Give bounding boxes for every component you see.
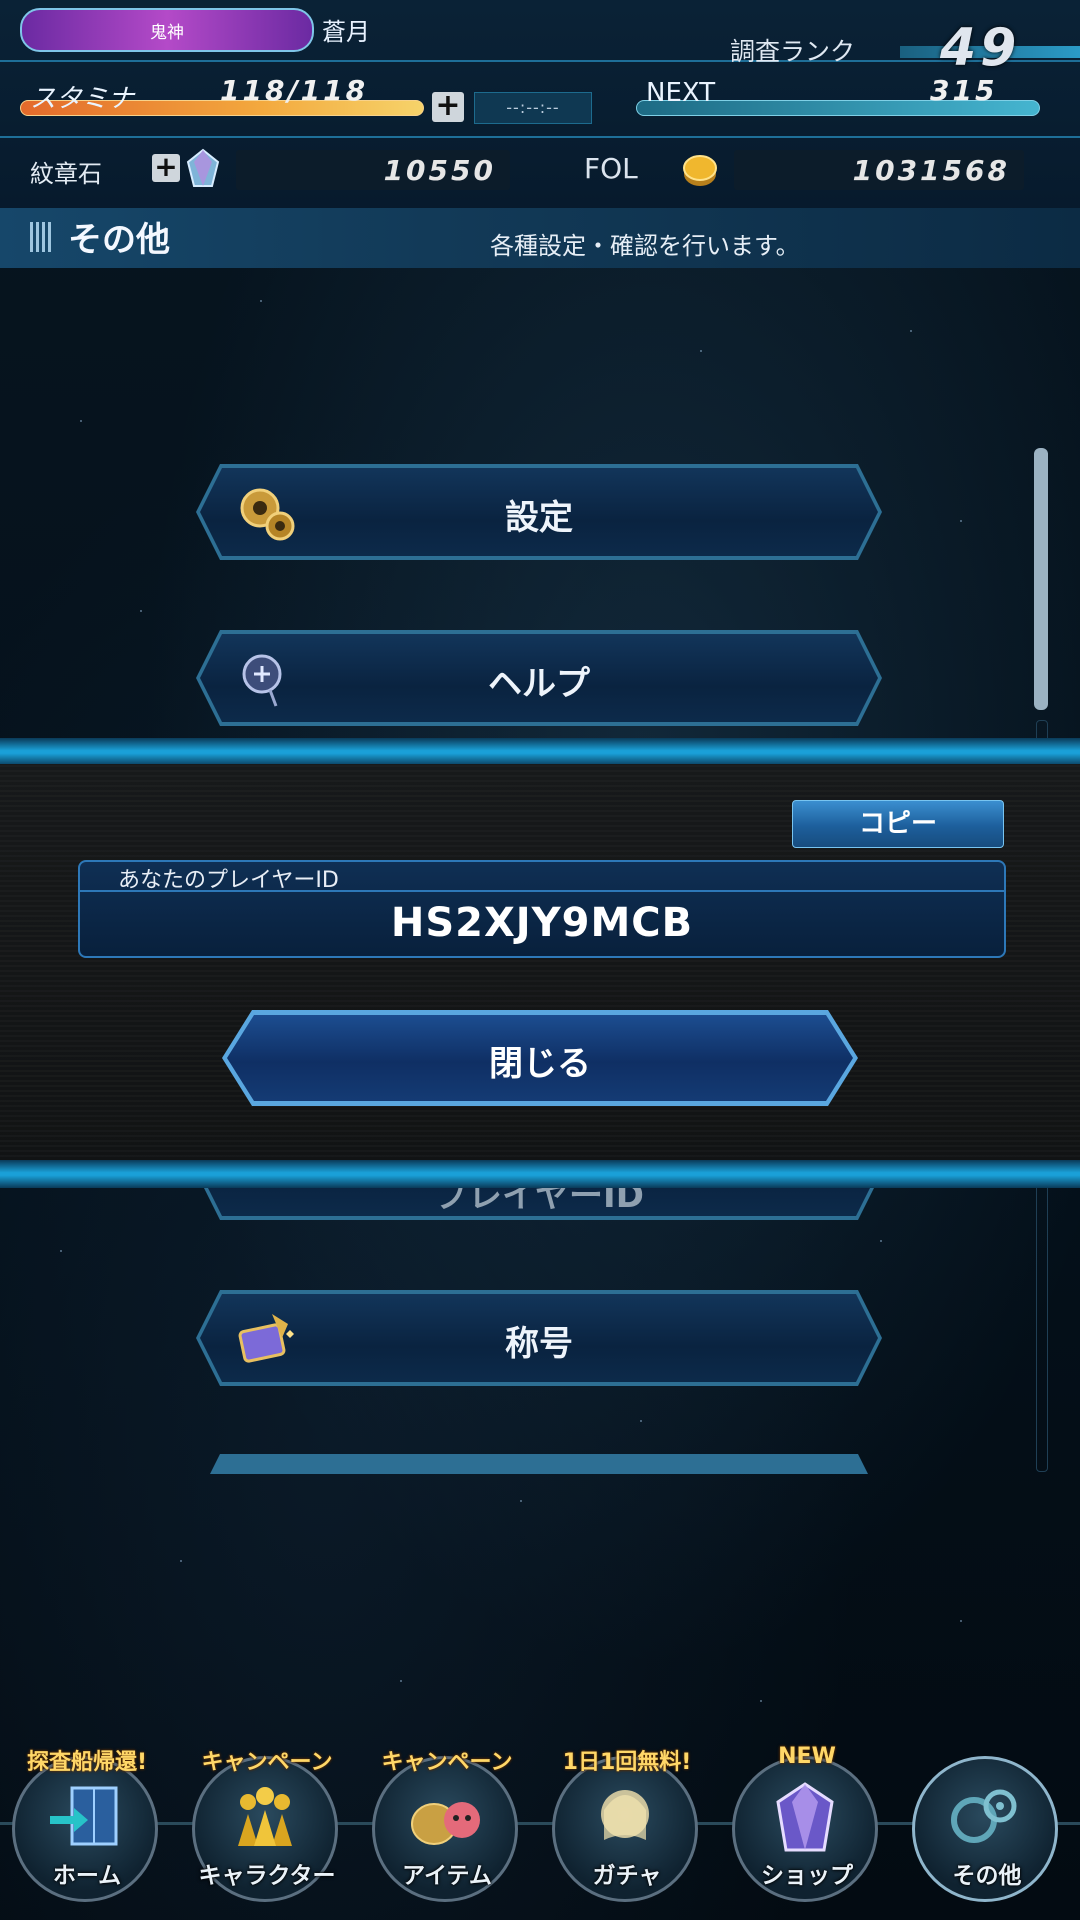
- menu-item-label: 称号: [505, 1324, 573, 1364]
- menu-item-label: ヘルプ: [488, 664, 590, 704]
- menu-item-label: 設定: [505, 498, 573, 538]
- shop-icon: [776, 1782, 834, 1852]
- item-icon: [411, 1802, 480, 1845]
- next-value: 315: [930, 74, 998, 107]
- nav-label: ショップ: [761, 1863, 853, 1889]
- player-name: 蒼月: [322, 18, 370, 46]
- nav-gacha[interactable]: 1日1回無料! ガチャ: [552, 1744, 702, 1904]
- page-title: その他: [68, 220, 170, 260]
- divider: [80, 890, 1004, 892]
- home-icon: [50, 1786, 118, 1846]
- nav-label: ホーム: [52, 1863, 122, 1889]
- next-label: NEXT: [646, 78, 716, 108]
- stamina-value: 118/118: [220, 74, 369, 107]
- close-button-label: 閉じる: [489, 1044, 591, 1084]
- nav-badge: 1日1回無料!: [562, 1750, 692, 1775]
- stamina-plus-button[interactable]: +: [432, 91, 464, 122]
- gem-icon: [186, 148, 220, 187]
- nav-label: ガチャ: [592, 1863, 662, 1889]
- stamina-label: スタミナ: [30, 84, 135, 114]
- scrollbar[interactable]: [1034, 448, 1048, 710]
- crest-count-box: 10550: [236, 150, 510, 190]
- crest-plus-button[interactable]: +: [152, 153, 180, 182]
- nav-shop[interactable]: NEW ショップ: [732, 1744, 882, 1904]
- gacha-icon: [601, 1790, 649, 1840]
- title-badge[interactable]: 鬼神: [20, 8, 314, 52]
- section-stripes: [30, 222, 54, 252]
- nav-label: その他: [952, 1863, 1022, 1889]
- close-button[interactable]: 閉じる: [222, 1010, 858, 1106]
- crest-label: 紋章石: [30, 160, 102, 188]
- nav-label: キャラクター: [198, 1863, 336, 1889]
- nav-badge: 探査船帰還!: [26, 1750, 148, 1775]
- title-badge-text: 鬼神: [150, 22, 184, 43]
- dialog-top-border: [0, 738, 1080, 766]
- settings-icon: [951, 1789, 1017, 1843]
- nav-home[interactable]: 探査船帰還! ホーム: [12, 1744, 162, 1904]
- dialog-bottom-border: [0, 1160, 1080, 1188]
- player-id-field[interactable]: あなたのプレイヤーID HS2XJY9MCB: [78, 860, 1006, 958]
- fol-count-box: 1031568: [734, 150, 1024, 190]
- crest-value: 10550: [383, 154, 496, 187]
- nav-badge: NEW: [778, 1744, 836, 1769]
- page-description: 各種設定・確認を行います。: [490, 232, 800, 260]
- player-id-value: HS2XJY9MCB: [390, 900, 694, 946]
- nav-other[interactable]: その他: [912, 1744, 1062, 1904]
- stamina-timer: --:--:--: [474, 92, 592, 124]
- menu-item-more: [196, 1454, 882, 1474]
- nav-label: アイテム: [402, 1863, 492, 1889]
- rank-value: 49: [940, 18, 1021, 78]
- nav-item[interactable]: キャンペーン アイテム: [372, 1744, 522, 1904]
- menu-item-settings[interactable]: 設定: [196, 464, 882, 560]
- menu-item-help[interactable]: ヘルプ: [196, 630, 882, 726]
- status-header: 鬼神 蒼月 調査ランク 49 スタミナ 118/118 + --:--:-- N…: [0, 0, 1080, 268]
- fol-value: 1031568: [852, 154, 1010, 187]
- nav-badge: キャンペーン: [381, 1750, 513, 1775]
- nav-character[interactable]: キャンペーン キャラクター: [192, 1744, 342, 1904]
- menu-item-titles[interactable]: 称号: [196, 1290, 882, 1386]
- rank-label: 調査ランク: [730, 37, 856, 66]
- character-icon: [238, 1787, 292, 1846]
- coin-icon: [683, 155, 717, 186]
- fol-label: FOL: [584, 152, 638, 185]
- nav-badge: キャンペーン: [201, 1750, 333, 1775]
- copy-button[interactable]: コピー: [792, 800, 1004, 848]
